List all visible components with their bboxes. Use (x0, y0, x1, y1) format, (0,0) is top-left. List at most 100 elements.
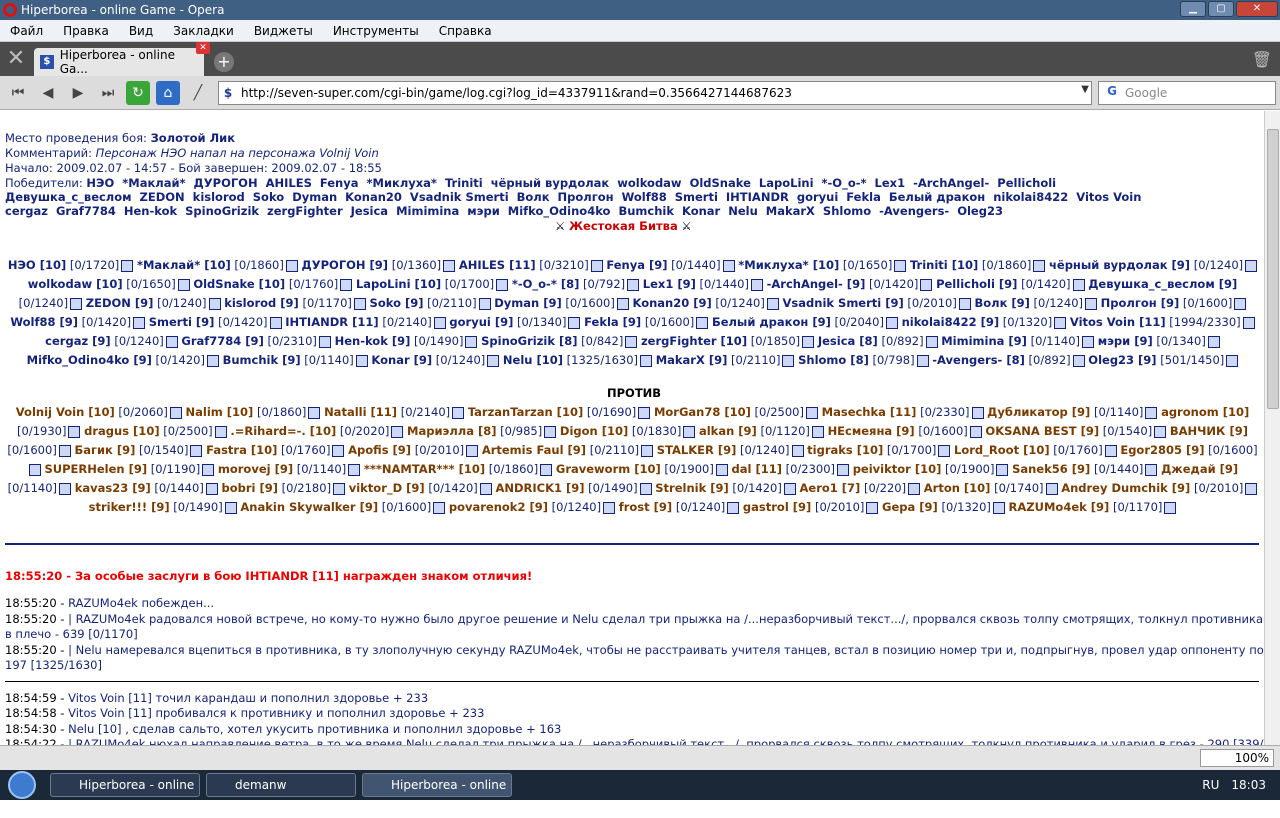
player-entry[interactable]: Triniti [10] [0/1860] (910, 258, 1046, 272)
player-entry[interactable]: goryui [9] [0/1340] (449, 315, 581, 329)
info-icon[interactable] (1054, 316, 1067, 329)
player-entry[interactable]: SUPERHelen [9] [0/1190] (44, 462, 215, 476)
info-icon[interactable] (224, 501, 237, 514)
player-entry[interactable]: Sanek56 [9] [0/1440] (1012, 462, 1158, 476)
player-name[interactable]: Vsadnik Smerti [9] (783, 296, 904, 310)
info-icon[interactable] (58, 444, 71, 457)
player-entry[interactable]: Bumchik [9] [0/1140] (223, 353, 368, 367)
player-entry[interactable]: *Миклуха* [10] [0/1650] (738, 258, 907, 272)
player-entry[interactable]: zergFighter [10] [0/1850] (641, 334, 815, 348)
player-entry[interactable]: НЭО [10] [0/1720] (8, 258, 134, 272)
player-entry[interactable]: Fenya [9] [0/1440] (606, 258, 735, 272)
info-icon[interactable] (285, 259, 298, 272)
taskbar-opera-1[interactable]: Hiperborea - online ... (50, 773, 200, 814)
player-name[interactable]: viktor_D [9] (349, 481, 425, 495)
info-icon[interactable] (866, 501, 879, 514)
player-name[interactable]: Gepa [9] (882, 500, 938, 514)
player-entry[interactable]: Shlomo [8] [0/798] (798, 353, 929, 367)
menu-file[interactable]: Файл (0, 24, 53, 38)
player-entry[interactable]: Мариэлла [8] [0/985] (407, 424, 557, 438)
info-icon[interactable] (206, 354, 219, 367)
player-entry[interactable]: Mimimina [9] [0/1140] (941, 334, 1095, 348)
info-icon[interactable] (641, 444, 654, 457)
info-icon[interactable] (433, 501, 446, 514)
close-window-button[interactable]: ✕ (1236, 1, 1278, 17)
menu-bookmarks[interactable]: Закладки (163, 24, 244, 38)
winners-line-2[interactable]: Девушка_с_веслом ZEDON kislorod Soko Dym… (5, 190, 1141, 204)
player-name[interactable]: ДУРОГОН [9] (302, 258, 389, 272)
player-name[interactable]: Lex1 [9] (643, 277, 696, 291)
player-name[interactable]: wolkodaw [10] (28, 277, 123, 291)
clock[interactable]: 18:03 (1231, 778, 1266, 792)
player-entry[interactable]: tigraks [10] [0/1700] (807, 443, 951, 457)
player-name[interactable]: Soko [9] (370, 296, 424, 310)
player-entry[interactable]: striker!!! [9] [0/1490] (89, 500, 237, 514)
maximize-button[interactable]: ▢ (1208, 1, 1234, 17)
player-entry[interactable]: чёрный вурдолак [9] [0/1240] (1049, 258, 1258, 272)
player-name[interactable]: Mifko_Odino4ko [9] (27, 353, 152, 367)
player-name[interactable]: .=Rihard=-. [10] (230, 424, 336, 438)
info-icon[interactable] (452, 406, 465, 419)
player-entry[interactable]: cergaz [9] [0/1240] (45, 334, 178, 348)
chevron-down-icon[interactable]: ▼ (1081, 84, 1089, 95)
player-entry[interactable]: frost [9] [0/1240] (619, 500, 740, 514)
player-name[interactable]: bobri [9] (221, 481, 278, 495)
player-entry[interactable]: Lex1 [9] [0/1440] (643, 277, 763, 291)
info-icon[interactable] (214, 425, 227, 438)
info-icon[interactable] (391, 425, 404, 438)
player-entry[interactable]: Digon [10] [0/1830] (560, 424, 696, 438)
player-name[interactable]: Fekla [9] (584, 315, 641, 329)
reload-button[interactable]: ↻ (126, 80, 150, 105)
player-entry[interactable]: dragus [10] [0/2500] (84, 424, 227, 438)
player-entry[interactable]: Masechka [11] [0/2330] (822, 405, 984, 419)
info-icon[interactable] (332, 444, 345, 457)
player-name[interactable]: Konar [9] (371, 353, 432, 367)
player-name[interactable]: Волк [9] (974, 296, 1029, 310)
info-icon[interactable] (625, 335, 638, 348)
player-name[interactable]: Девушка_с_веслом [9] (1088, 277, 1237, 291)
player-name[interactable]: -Avengers- [8] (932, 353, 1025, 367)
info-icon[interactable] (1033, 259, 1046, 272)
player-entry[interactable]: Nalim [10] [0/1860] (186, 405, 321, 419)
player-name[interactable]: nikolai8422 [9] (902, 315, 1000, 329)
info-icon[interactable] (811, 425, 824, 438)
player-name[interactable]: Graveworm [10] (556, 462, 661, 476)
info-icon[interactable] (1226, 354, 1239, 367)
player-entry[interactable]: wolkodaw [10] [0/1650] (28, 277, 190, 291)
info-icon[interactable] (1104, 444, 1117, 457)
player-entry[interactable]: ***NAMTAR*** [10] [0/1860] (364, 462, 553, 476)
info-icon[interactable] (433, 316, 446, 329)
info-icon[interactable] (627, 278, 640, 291)
info-icon[interactable] (1242, 316, 1255, 329)
player-name[interactable]: Пролгон [9] (1101, 296, 1180, 310)
info-icon[interactable] (544, 425, 557, 438)
player-entry[interactable]: dal [11] [0/2300] (732, 462, 850, 476)
player-name[interactable]: Sanek56 [9] (1012, 462, 1090, 476)
info-icon[interactable] (1085, 297, 1097, 310)
player-entry[interactable]: Пролгон [9] [0/1600] (1101, 296, 1247, 310)
search-input[interactable]: G Google (1098, 81, 1276, 105)
player-entry[interactable]: -ArchAngel- [9] [0/1420] (767, 277, 933, 291)
info-icon[interactable] (308, 406, 321, 419)
player-entry[interactable]: viktor_D [9] [0/1420] (349, 481, 492, 495)
info-icon[interactable] (1145, 406, 1158, 419)
player-entry[interactable]: Nelu [10] [1325/1630] (503, 353, 653, 367)
player-entry[interactable]: IHTIANDR [11] [0/2140] (285, 315, 446, 329)
player-entry[interactable]: Strelnik [9] [0/1420] (655, 481, 796, 495)
start-button[interactable] (0, 770, 44, 800)
player-name[interactable]: Dyman [9] (494, 296, 562, 310)
info-icon[interactable] (202, 463, 215, 476)
player-name[interactable]: НЭО [10] (8, 258, 66, 272)
player-entry[interactable]: gastrol [9] [0/2010] (743, 500, 879, 514)
info-icon[interactable] (805, 406, 818, 419)
taskbar-folder[interactable]: demanw (206, 773, 356, 797)
info-icon[interactable] (121, 259, 134, 272)
back-button[interactable]: ◀ (36, 81, 60, 105)
menu-edit[interactable]: Правка (53, 24, 119, 38)
player-name[interactable]: ***NAMTAR*** [10] (364, 462, 485, 476)
player-entry[interactable]: ZEDON [9] [0/1240] (86, 296, 221, 310)
info-icon[interactable] (1072, 278, 1085, 291)
info-icon[interactable] (496, 278, 509, 291)
info-icon[interactable] (1154, 425, 1167, 438)
info-icon[interactable] (177, 278, 190, 291)
